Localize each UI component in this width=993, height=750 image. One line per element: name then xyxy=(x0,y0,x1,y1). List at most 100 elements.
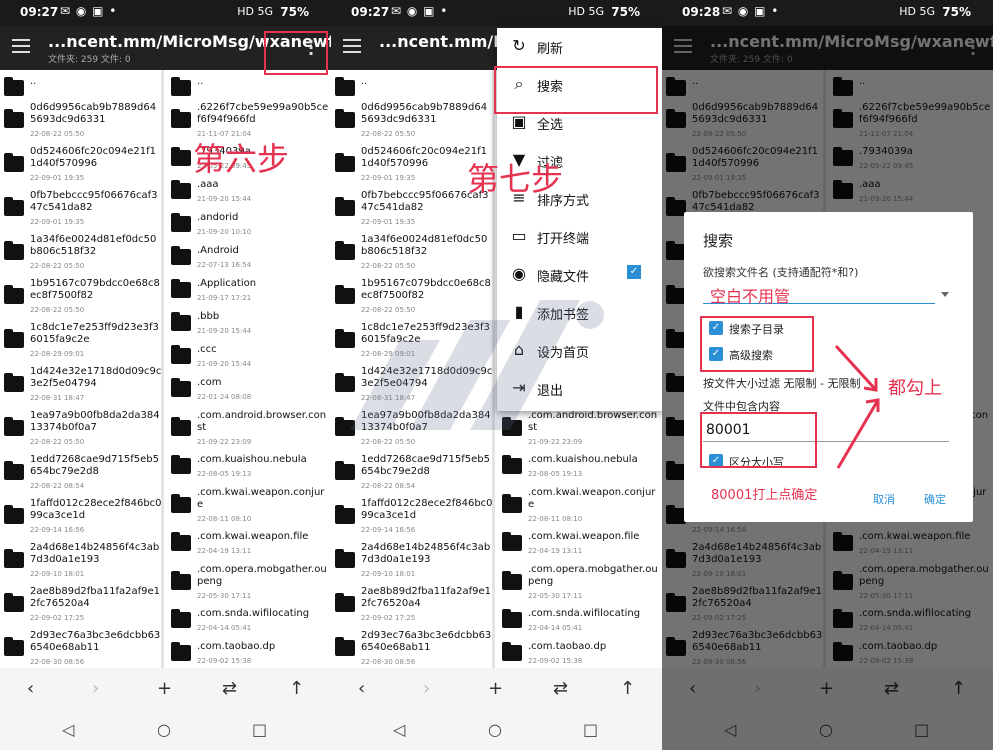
list-item[interactable]: 2ae8b89d2fba11fa2af9e12fc76520a4 22-09-02… xyxy=(331,584,492,628)
nav-recents-icon[interactable]: □ xyxy=(583,720,598,739)
list-item[interactable]: .Application 21-09-17 17:21 xyxy=(167,276,331,309)
list-item[interactable]: 0d524606fc20c094e21f11d40f570996 22-09-01… xyxy=(0,144,161,188)
list-item[interactable]: 1ea97a9b00fb8da2da38413374b0f0a7 22-08-22… xyxy=(0,408,161,452)
status-time: 09:28 xyxy=(682,5,721,19)
menu-item-label: 打开终端 xyxy=(537,232,590,247)
folder-icon xyxy=(335,241,355,260)
list-item[interactable]: .bbb 21-09-20 15:44 xyxy=(167,309,331,342)
hamburger-menu-icon[interactable] xyxy=(343,39,361,53)
menu-item[interactable]: ▭ 打开终端 xyxy=(497,218,663,256)
network-indicator: HD 5G xyxy=(237,5,273,18)
menu-item[interactable]: ◉ 隐藏文件 ✓ xyxy=(497,256,663,294)
list-item[interactable]: 1ea97a9b00fb8da2da38413374b0f0a7 22-08-22… xyxy=(331,408,492,452)
list-item[interactable]: .. xyxy=(0,74,161,100)
folder-icon xyxy=(4,373,24,392)
forward-arrow-icon[interactable]: › xyxy=(92,678,99,699)
list-item[interactable]: 2ae8b89d2fba11fa2af9e12fc76520a4 22-09-02… xyxy=(0,584,161,628)
list-item[interactable]: .com.android.browser.const 21-09-22 23:09 xyxy=(498,408,662,452)
folder-icon xyxy=(171,494,191,513)
list-item[interactable]: .com.snda.wifilocating 22-04-14 05:41 xyxy=(167,606,331,639)
list-item[interactable]: .com.opera.mobgather.oupeng 22-05-30 17:1… xyxy=(167,562,331,606)
up-arrow-icon[interactable]: ↑ xyxy=(289,678,304,699)
item-date: 22-08-22 05:50 xyxy=(361,306,416,314)
filename-input[interactable]: 空白不用管 xyxy=(703,282,935,306)
list-item[interactable]: 1a34f6e0024d81ef0dc50b806c518f32 22-08-22… xyxy=(0,232,161,276)
list-item[interactable]: 2a4d68e14b24856f4c3ab7d3d0a1e193 22-09-10… xyxy=(331,540,492,584)
cancel-button[interactable]: 取消 xyxy=(873,491,895,507)
item-date: 22-08-22 08:54 xyxy=(361,482,416,490)
folder-icon xyxy=(502,532,522,551)
list-item[interactable]: .com.kuaishou.nebula 22-08-05 19:13 xyxy=(167,452,331,485)
list-item[interactable]: .ccc 21-09-20 15:44 xyxy=(167,342,331,375)
list-item[interactable]: 1faffd012c28ece2f846bc099ca3ce1d 22-09-14… xyxy=(0,496,161,540)
nav-recents-icon[interactable]: □ xyxy=(252,720,267,739)
list-item[interactable]: 0fb7bebccc95f06676caf347c541da82 22-09-01… xyxy=(0,188,161,232)
item-name: .com.opera.mobgather.oupeng xyxy=(197,564,327,587)
menu-item[interactable]: ↻ 刷新 xyxy=(497,28,663,66)
menu-item[interactable]: ▮ 添加书签 xyxy=(497,294,663,332)
list-item[interactable]: .andorid 21-09-20 10:10 xyxy=(167,210,331,243)
list-item[interactable]: 1b95167c079bdcc0e68c8ec8f7500f82 22-08-22… xyxy=(331,276,492,320)
list-item[interactable]: 1d424e32e1718d0d09c9c3e2f5e04794 22-08-31… xyxy=(0,364,161,408)
hamburger-menu-icon[interactable] xyxy=(12,39,30,53)
list-item[interactable]: .com 22-01-24 08:08 xyxy=(167,375,331,408)
swap-icon[interactable]: ⇄ xyxy=(553,678,568,699)
dropdown-arrow-icon[interactable] xyxy=(941,292,949,297)
list-item[interactable]: .com.opera.mobgather.oupeng 22-05-30 17:1… xyxy=(498,562,662,606)
list-item[interactable]: 1d424e32e1718d0d09c9c3e2f5e04794 22-08-31… xyxy=(331,364,492,408)
back-arrow-icon[interactable]: ‹ xyxy=(358,678,365,699)
back-arrow-icon[interactable]: ‹ xyxy=(27,678,34,699)
add-icon[interactable]: + xyxy=(488,678,503,699)
list-item[interactable]: 0d6d9956cab9b7889d645693dc9d6331 22-08-22… xyxy=(331,100,492,144)
list-item[interactable]: 0d6d9956cab9b7889d645693dc9d6331 22-08-22… xyxy=(0,100,161,144)
list-item[interactable]: .com.snda.wifilocating 22-04-14 05:41 xyxy=(498,606,662,639)
list-item[interactable]: .com.kwai.weapon.conjure 22-08-11 08:10 xyxy=(167,485,331,529)
item-name: 0d524606fc20c094e21f11d40f570996 xyxy=(30,146,156,169)
list-item[interactable]: 1c8dc1e7e253ff9d23e3f36015fa9c2e 22-08-29… xyxy=(331,320,492,364)
add-icon[interactable]: + xyxy=(157,678,172,699)
list-item[interactable]: 1c8dc1e7e253ff9d23e3f36015fa9c2e 22-08-29… xyxy=(0,320,161,364)
menu-item[interactable]: ⇥ 退出 xyxy=(497,370,663,408)
hidden-files-checkbox[interactable]: ✓ xyxy=(627,265,641,279)
item-date: 22-04-19 13:11 xyxy=(528,547,583,555)
network-indicator: HD 5G xyxy=(568,5,604,18)
nav-back-icon[interactable]: ◁ xyxy=(393,720,405,739)
list-item[interactable]: .com.taobao.dp 22-09-02 15:38 xyxy=(167,639,331,668)
item-date: 22-08-11 08:10 xyxy=(197,515,252,523)
item-date: 22-04-19 13:11 xyxy=(197,547,252,555)
list-item[interactable]: .com.kwai.weapon.conjure 22-08-11 08:10 xyxy=(498,485,662,529)
list-item[interactable]: .com.kwai.weapon.file 22-04-19 13:11 xyxy=(498,529,662,562)
notification-icons: ✉ ◉ ▣ • xyxy=(60,4,118,18)
folder-count: 文件夹: 259 文件: 0 xyxy=(48,55,131,65)
up-arrow-icon[interactable]: ↑ xyxy=(620,678,635,699)
list-item[interactable]: .com.kwai.weapon.file 22-04-19 13:11 xyxy=(167,529,331,562)
list-item[interactable]: 2d93ec76a3bc3e6dcbb636540e68ab11 22-08-30… xyxy=(0,628,161,668)
list-item[interactable]: 1edd7268cae9d715f5eb5654bc79e2d8 22-08-22… xyxy=(0,452,161,496)
list-item[interactable]: .com.kuaishou.nebula 22-08-05 19:13 xyxy=(498,452,662,485)
folder-icon xyxy=(171,532,191,551)
list-item[interactable]: 1faffd012c28ece2f846bc099ca3ce1d 22-09-14… xyxy=(331,496,492,540)
folder-icon xyxy=(171,279,191,298)
nav-home-icon[interactable]: ○ xyxy=(157,720,171,739)
item-name: .Application xyxy=(197,278,257,289)
folder-icon xyxy=(4,637,24,656)
list-item[interactable]: .com.android.browser.const 21-09-22 23:09 xyxy=(167,408,331,452)
list-item[interactable]: 1b95167c079bdcc0e68c8ec8f7500f82 22-08-22… xyxy=(0,276,161,320)
list-item[interactable]: 1edd7268cae9d715f5eb5654bc79e2d8 22-08-22… xyxy=(331,452,492,496)
list-item[interactable]: .aaa 21-09-20 15:44 xyxy=(167,177,331,210)
nav-back-icon[interactable]: ◁ xyxy=(62,720,74,739)
list-item[interactable]: 1a34f6e0024d81ef0dc50b806c518f32 22-08-22… xyxy=(331,232,492,276)
nav-home-icon[interactable]: ○ xyxy=(488,720,502,739)
list-item[interactable]: 2a4d68e14b24856f4c3ab7d3d0a1e193 22-09-10… xyxy=(0,540,161,584)
item-date: 22-08-22 05:50 xyxy=(361,438,416,446)
list-item[interactable]: .. xyxy=(167,74,331,100)
swap-icon[interactable]: ⇄ xyxy=(222,678,237,699)
list-item[interactable]: .Android 22-07-13 16:54 xyxy=(167,243,331,276)
list-item[interactable]: .. xyxy=(331,74,492,100)
ok-button[interactable]: 确定 xyxy=(924,491,946,507)
forward-arrow-icon[interactable]: › xyxy=(423,678,430,699)
menu-item[interactable]: ⌂ 设为首页 xyxy=(497,332,663,370)
item-name: 1a34f6e0024d81ef0dc50b806c518f32 xyxy=(30,234,157,257)
list-item[interactable]: .com.taobao.dp 22-09-02 15:38 xyxy=(498,639,662,668)
list-item[interactable]: 2d93ec76a3bc3e6dcbb636540e68ab11 22-08-30… xyxy=(331,628,492,668)
